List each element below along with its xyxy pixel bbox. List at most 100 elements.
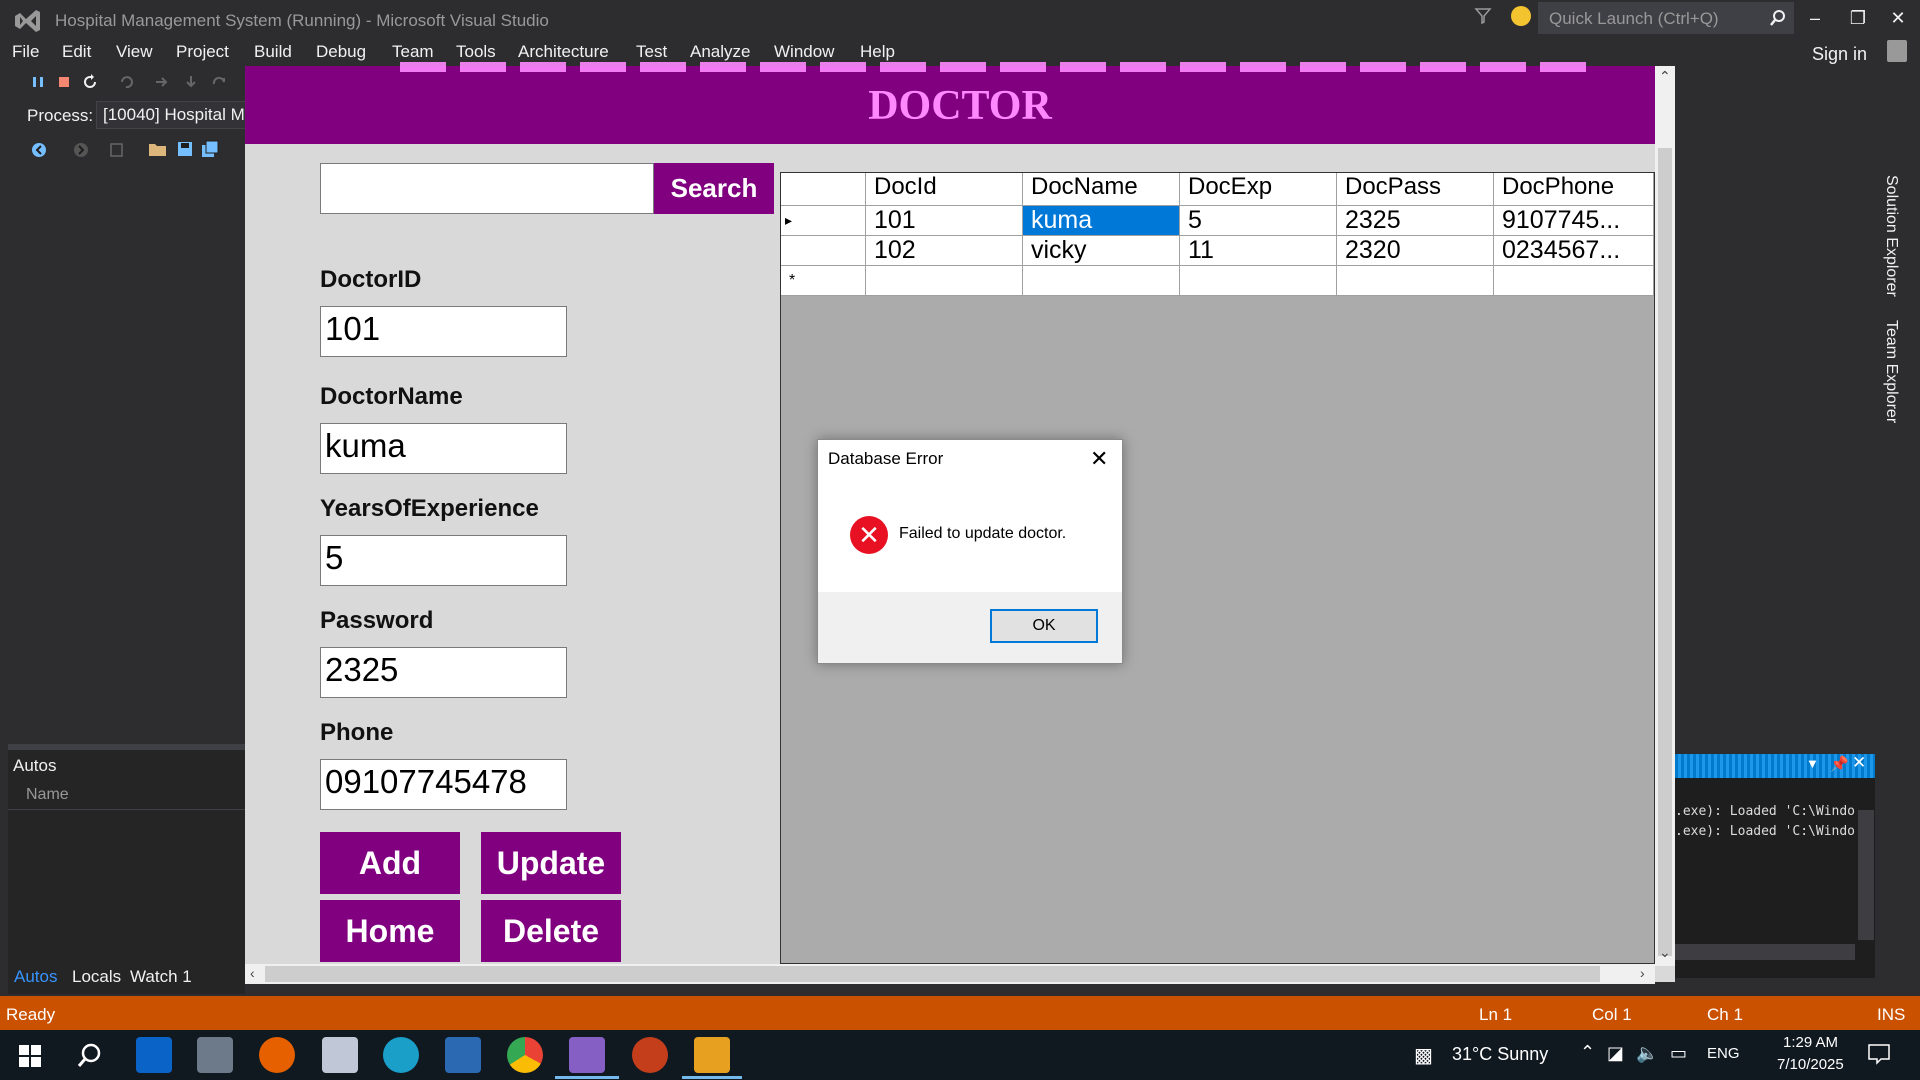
search-button[interactable]: Search	[654, 163, 774, 214]
calculator-icon[interactable]	[445, 1037, 481, 1073]
password-input[interactable]: 2325	[320, 647, 567, 698]
dialog-close-icon[interactable]: ✕	[1090, 446, 1108, 472]
grid-cell[interactable]: 101	[866, 206, 1023, 236]
doctor-id-input[interactable]: 101	[320, 306, 567, 357]
volume-icon[interactable]: 🔈	[1636, 1043, 1658, 1064]
minimize-icon[interactable]: –	[1795, 4, 1835, 32]
grid-new-cell[interactable]	[1180, 266, 1337, 296]
step-into-icon[interactable]	[154, 74, 170, 90]
account-icon[interactable]	[1887, 40, 1907, 62]
add-button[interactable]: Add	[320, 832, 460, 894]
menu-edit[interactable]: Edit	[62, 42, 91, 62]
grid-new-cell[interactable]	[1337, 266, 1494, 296]
scroll-down-icon[interactable]: ⌄	[1659, 944, 1671, 961]
menu-help[interactable]: Help	[860, 42, 895, 62]
tab-watch-1[interactable]: Watch 1	[130, 967, 192, 987]
grid-column-header[interactable]: DocPass	[1337, 173, 1494, 206]
update-button[interactable]: Update	[481, 832, 621, 894]
windows-start-icon[interactable]	[18, 1044, 42, 1068]
grid-column-header[interactable]: DocId	[866, 173, 1023, 206]
feedback-smiley-icon[interactable]	[1511, 6, 1531, 26]
grid-new-cell[interactable]	[1494, 266, 1654, 296]
grid-column-header[interactable]: DocPhone	[1494, 173, 1654, 206]
show-next-statement-icon[interactable]	[118, 74, 134, 90]
save-icon[interactable]	[176, 140, 194, 158]
menu-window[interactable]: Window	[774, 42, 834, 62]
menu-team[interactable]: Team	[392, 42, 434, 62]
process-dropdown[interactable]: [10040] Hospital M	[96, 101, 246, 129]
grid-new-cell[interactable]	[866, 266, 1023, 296]
output-vertical-scrollbar[interactable]	[1858, 810, 1874, 940]
close-output-icon[interactable]: ✕	[1852, 753, 1866, 773]
autos-column-name[interactable]: Name	[26, 786, 69, 804]
grid-cell[interactable]: 11	[1180, 236, 1337, 266]
running-app-icon[interactable]	[694, 1037, 730, 1073]
dropdown-arrow-icon[interactable]: ▼	[1806, 756, 1819, 771]
filter-icon[interactable]	[1474, 6, 1492, 26]
grid-cell[interactable]: 2320	[1337, 236, 1494, 266]
grid-cell[interactable]: vicky	[1023, 236, 1180, 266]
menu-project[interactable]: Project	[176, 42, 229, 62]
visual-studio-taskbar-icon[interactable]	[569, 1037, 605, 1073]
grid-column-header[interactable]: DocName	[1023, 173, 1180, 206]
notifications-icon[interactable]	[1867, 1043, 1891, 1065]
restart-icon[interactable]	[82, 74, 98, 90]
close-icon[interactable]: ✕	[1878, 4, 1918, 32]
grid-cell[interactable]: 5	[1180, 206, 1337, 236]
edge-icon[interactable]	[383, 1037, 419, 1073]
search-taskbar-icon[interactable]	[76, 1042, 104, 1070]
clock-time[interactable]: 1:29 AM	[1783, 1034, 1838, 1051]
menu-debug[interactable]: Debug	[316, 42, 366, 62]
search-input[interactable]	[320, 163, 654, 214]
grid-cell[interactable]: 9107745...	[1494, 206, 1654, 236]
menu-architecture[interactable]: Architecture	[518, 42, 609, 62]
tab-locals[interactable]: Locals	[72, 967, 121, 987]
grid-cell[interactable]: 2325	[1337, 206, 1494, 236]
quick-launch-input[interactable]: Quick Launch (Ctrl+Q)	[1538, 2, 1794, 34]
language-indicator[interactable]: ENG	[1707, 1045, 1740, 1062]
grid-row-header[interactable]	[781, 236, 866, 266]
forward-arrow-icon[interactable]	[72, 141, 90, 159]
step-out-icon[interactable]	[211, 74, 227, 90]
solution-explorer-tab[interactable]: Solution Explorer	[1882, 175, 1900, 297]
firefox-icon[interactable]	[259, 1037, 295, 1073]
paint-icon[interactable]	[322, 1037, 358, 1073]
home-button[interactable]: Home	[320, 900, 460, 962]
output-horizontal-scrollbar[interactable]	[1675, 944, 1855, 960]
ok-button[interactable]: OK	[990, 609, 1098, 643]
chrome-icon[interactable]	[507, 1037, 543, 1073]
sign-in-link[interactable]: Sign in	[1812, 44, 1867, 65]
menu-build[interactable]: Build	[254, 42, 292, 62]
restore-icon[interactable]: ❐	[1838, 4, 1878, 32]
weather-icon[interactable]: ▩	[1414, 1043, 1433, 1068]
doctor-name-input[interactable]: kuma	[320, 423, 567, 474]
pin-icon[interactable]: 📌	[1830, 755, 1849, 773]
menu-test[interactable]: Test	[636, 42, 667, 62]
scroll-up-icon[interactable]: ⌃	[1659, 68, 1671, 85]
battery-icon[interactable]: ▭	[1670, 1043, 1687, 1064]
menu-tools[interactable]: Tools	[456, 42, 496, 62]
stop-icon[interactable]	[56, 74, 72, 90]
menu-view[interactable]: View	[116, 42, 153, 62]
show-hidden-icons-icon[interactable]: ⌃	[1580, 1042, 1595, 1063]
step-over-icon[interactable]	[183, 74, 199, 90]
team-explorer-tab[interactable]: Team Explorer	[1882, 320, 1900, 423]
microsoft-store-icon[interactable]	[136, 1037, 172, 1073]
weather-text[interactable]: 31°C Sunny	[1452, 1044, 1548, 1065]
tab-autos[interactable]: Autos	[14, 967, 57, 987]
grid-cell-selected[interactable]: kuma	[1023, 206, 1180, 236]
scroll-right-icon[interactable]: ›	[1640, 965, 1645, 981]
grid-cell[interactable]: 102	[866, 236, 1023, 266]
search-icon[interactable]	[1769, 9, 1787, 27]
grid-new-row-header[interactable]: *	[781, 266, 866, 296]
clock-date[interactable]: 7/10/2025	[1777, 1056, 1844, 1073]
grid-column-header[interactable]: DocExp	[1180, 173, 1337, 206]
years-of-experience-input[interactable]: 5	[320, 535, 567, 586]
phone-input[interactable]: 09107745478	[320, 759, 567, 810]
save-all-icon[interactable]	[200, 140, 220, 158]
menu-analyze[interactable]: Analyze	[690, 42, 750, 62]
delete-button[interactable]: Delete	[481, 900, 621, 962]
pause-icon[interactable]	[30, 74, 46, 90]
menu-file[interactable]: File	[12, 42, 39, 62]
grid-cell[interactable]: 0234567...	[1494, 236, 1654, 266]
